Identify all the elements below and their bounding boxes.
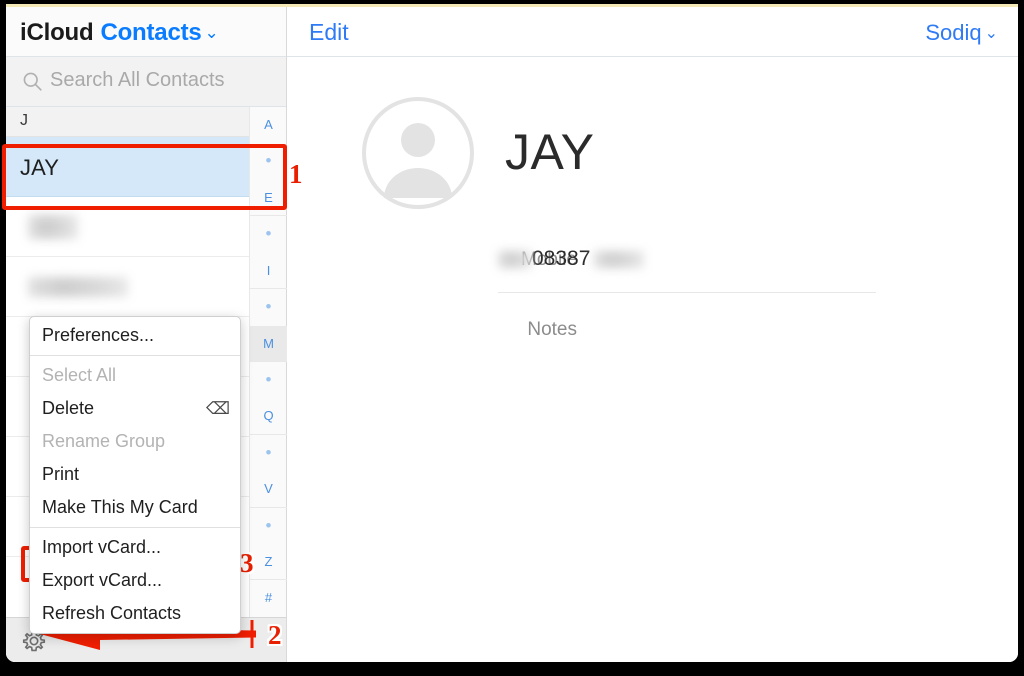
account-name-label: Sodiq bbox=[925, 20, 982, 45]
menu-item-label: Refresh Contacts bbox=[42, 603, 182, 623]
search-bar[interactable]: Search All Contacts bbox=[6, 57, 286, 107]
alphabet-index[interactable]: A • E • I • M • Q • V • Z # bbox=[249, 107, 287, 617]
brand-app-label: Contacts bbox=[100, 19, 202, 46]
menu-item-label: Export vCard... bbox=[42, 570, 163, 590]
avatar bbox=[362, 97, 474, 209]
menu-item-label: Import vCard... bbox=[42, 537, 162, 557]
field-value-mobile: 08387 bbox=[498, 247, 645, 271]
page-title: JAY bbox=[505, 124, 595, 180]
contact-detail-panel: Edit Sodiq ⌄ JAY Mobile 08387 Notes bbox=[287, 7, 1018, 662]
contact-list-item-jay[interactable]: JAY bbox=[6, 137, 286, 197]
field-divider-mobile bbox=[498, 292, 876, 293]
menu-item-select-all: Select All bbox=[30, 359, 240, 392]
menu-item-delete[interactable]: Delete ⌫ bbox=[30, 392, 240, 425]
alpha-index-m[interactable]: M bbox=[250, 325, 287, 362]
icloud-contacts-window: iCloud Contacts ⌄ Search All Contacts J JA… bbox=[6, 7, 1018, 662]
search-input[interactable]: Search All Contacts bbox=[50, 69, 225, 92]
alpha-index-dot-7[interactable]: • bbox=[250, 362, 287, 398]
alpha-index-dot-3[interactable]: • bbox=[250, 216, 287, 252]
alpha-index-dot-11[interactable]: • bbox=[250, 508, 287, 544]
search-icon bbox=[23, 72, 42, 91]
section-header-letter: J bbox=[20, 112, 28, 129]
alpha-index-#[interactable]: # bbox=[250, 580, 287, 616]
annotation-step-2: 2 bbox=[268, 620, 282, 650]
alpha-index-z[interactable]: Z bbox=[250, 544, 287, 581]
menu-item-label: Print bbox=[42, 464, 80, 484]
chevron-down-icon: ⌄ bbox=[984, 25, 998, 42]
phone-visible-digits: 08387 bbox=[532, 247, 591, 270]
menu-separator bbox=[30, 527, 240, 528]
alpha-index-dot-5[interactable]: • bbox=[250, 289, 287, 325]
contact-list-item-redacted-1[interactable] bbox=[6, 197, 286, 257]
chevron-down-icon[interactable]: ⌄ bbox=[205, 23, 219, 42]
menu-item-label: Preferences... bbox=[42, 325, 155, 345]
edit-button[interactable]: Edit bbox=[309, 19, 349, 46]
menu-item-rename-group: Rename Group bbox=[30, 425, 240, 458]
menu-item-export-vcard[interactable]: Export vCard... bbox=[30, 564, 240, 597]
alpha-index-dot-9[interactable]: • bbox=[250, 435, 287, 471]
field-label-notes: Notes bbox=[527, 319, 577, 340]
list-section-header: J bbox=[6, 107, 286, 137]
menu-item-make-this-my-card[interactable]: Make This My Card bbox=[30, 491, 240, 524]
menu-item-import-vcard[interactable]: Import vCard... bbox=[30, 531, 240, 564]
redacted-name-block bbox=[28, 277, 128, 297]
delete-key-icon: ⌫ bbox=[205, 399, 230, 418]
sidebar-header: iCloud Contacts ⌄ bbox=[6, 7, 286, 57]
settings-context-menu[interactable]: Preferences... Select All Delete ⌫ Rename Gr… bbox=[29, 316, 241, 634]
menu-item-label: Rename Group bbox=[42, 431, 166, 451]
menu-separator bbox=[30, 355, 240, 356]
screen-bezel: iCloud Contacts ⌄ Search All Contacts J JA… bbox=[0, 0, 1024, 676]
main-header-toolbar: Edit Sodiq ⌄ bbox=[287, 7, 1018, 57]
menu-item-label: Make This My Card bbox=[42, 497, 198, 517]
menu-item-label: Delete bbox=[42, 398, 95, 418]
alpha-index-q[interactable]: Q bbox=[250, 398, 287, 435]
menu-item-preferences[interactable]: Preferences... bbox=[30, 319, 240, 352]
menu-item-label: Select All bbox=[42, 365, 117, 385]
brand-icloud-label: iCloud bbox=[20, 19, 94, 46]
alpha-index-a[interactable]: A bbox=[250, 107, 287, 143]
menu-item-print[interactable]: Print bbox=[30, 458, 240, 491]
redacted-name-block bbox=[28, 215, 78, 239]
redacted-phone-prefix bbox=[498, 251, 532, 268]
menu-item-refresh-contacts[interactable]: Refresh Contacts bbox=[30, 597, 240, 630]
contact-list-item-redacted-2[interactable] bbox=[6, 257, 286, 317]
alpha-index-i[interactable]: I bbox=[250, 253, 287, 290]
annotation-step-1: 1 bbox=[289, 159, 303, 189]
contact-name-label: JAY bbox=[20, 155, 60, 180]
redacted-phone-suffix bbox=[594, 251, 645, 268]
alpha-index-v[interactable]: V bbox=[250, 471, 287, 508]
account-menu-button[interactable]: Sodiq ⌄ bbox=[925, 20, 998, 46]
annotation-step-3: 3 bbox=[240, 548, 254, 578]
alpha-index-e[interactable]: E bbox=[250, 180, 287, 217]
alpha-index-dot-1[interactable]: • bbox=[250, 143, 287, 179]
app-brand[interactable]: iCloud Contacts ⌄ bbox=[20, 19, 219, 47]
